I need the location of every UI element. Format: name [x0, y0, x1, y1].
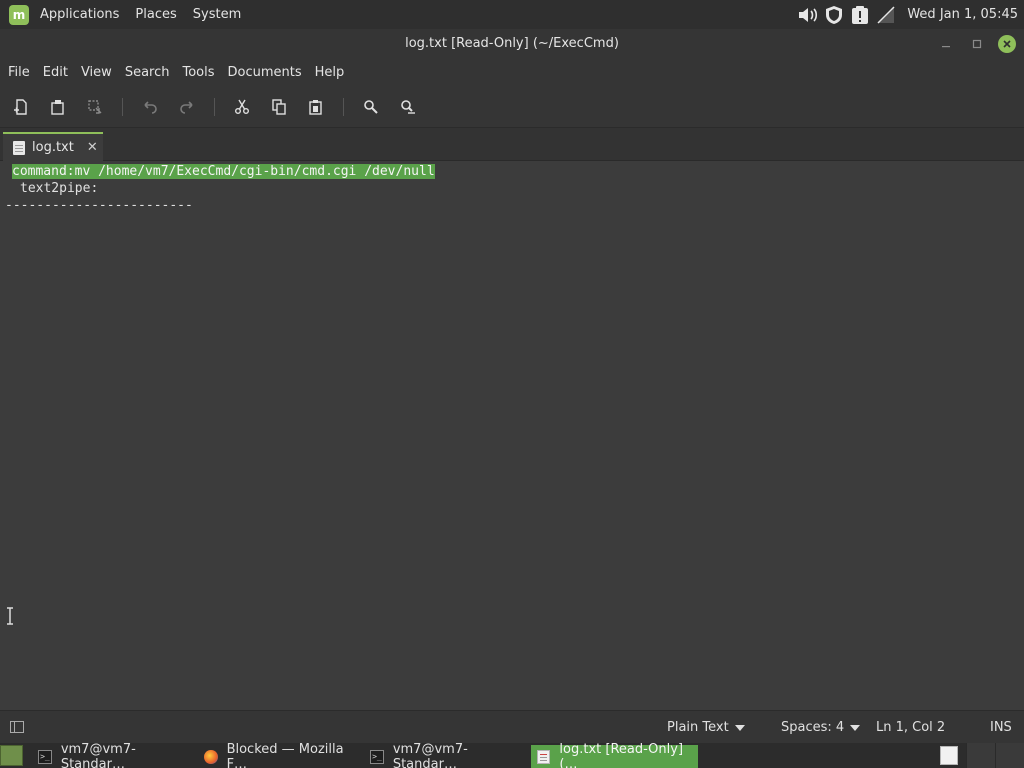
- new-document-icon: [14, 98, 27, 115]
- open-button[interactable]: [45, 94, 71, 120]
- language-label: Plain Text: [667, 720, 729, 735]
- firefox-icon: [204, 749, 218, 764]
- volume-icon[interactable]: [796, 3, 820, 27]
- paste-icon: [309, 99, 322, 115]
- window-titlebar[interactable]: log.txt [Read-Only] (~/ExecCmd): [0, 29, 1024, 58]
- minimize-button[interactable]: [935, 33, 957, 55]
- taskbar-item-terminal-2[interactable]: >_ vm7@vm7-Standar…: [364, 741, 530, 768]
- chevron-down-icon: [734, 724, 745, 731]
- editor-line[interactable]: ------------------------: [5, 197, 193, 214]
- find-replace-button[interactable]: [395, 94, 421, 120]
- toolbar-separator: [122, 97, 123, 116]
- redo-button[interactable]: [174, 94, 200, 120]
- panel-menu-system[interactable]: System: [188, 7, 246, 22]
- open-icon: [51, 99, 64, 115]
- tab-close-icon[interactable]: ✕: [87, 140, 98, 155]
- taskbar-item-terminal-1[interactable]: >_ vm7@vm7-Standar…: [32, 741, 198, 768]
- menu-tools[interactable]: Tools: [177, 65, 219, 80]
- menu-documents[interactable]: Documents: [223, 65, 307, 80]
- document-tabbar: log.txt ✕: [0, 128, 1024, 161]
- save-button[interactable]: [82, 94, 108, 120]
- system-tray: Wed Jan 1, 05:45: [795, 0, 1024, 29]
- terminal-icon: >_: [370, 749, 384, 764]
- text-document-icon: [13, 140, 25, 155]
- cursor-position-label: Ln 1, Col 2: [876, 720, 946, 735]
- copy-button[interactable]: [266, 94, 292, 120]
- panel-menu-places[interactable]: Places: [130, 7, 181, 22]
- maximize-button[interactable]: [966, 33, 988, 55]
- text-cursor-icon: [5, 607, 15, 625]
- text-editor-icon: [537, 749, 551, 764]
- cursor-position: Ln 1, Col 2: [876, 720, 945, 735]
- taskbar-item-label: vm7@vm7-Standar…: [60, 741, 136, 768]
- notes-tray-icon[interactable]: [940, 746, 958, 765]
- copy-icon: [272, 98, 286, 115]
- find-button[interactable]: [358, 94, 384, 120]
- close-button[interactable]: [998, 35, 1016, 53]
- paste-button[interactable]: [303, 94, 329, 120]
- search-icon: [364, 99, 378, 114]
- statusbar: Plain Text Spaces: 4 Ln 1, Col 2 INS: [0, 710, 1024, 743]
- window-title: log.txt [Read-Only] (~/ExecCmd): [405, 36, 619, 51]
- menubar: File Edit View Search Tools Documents He…: [0, 58, 1024, 86]
- insert-mode-label: INS: [990, 720, 1012, 735]
- indent-selector[interactable]: Spaces: 4: [781, 720, 861, 735]
- menu-search[interactable]: Search: [120, 65, 175, 80]
- show-desktop-button[interactable]: [0, 745, 23, 766]
- cut-button[interactable]: [229, 94, 255, 120]
- taskbar: >_ vm7@vm7-Standar… Blocked — Mozilla F……: [0, 741, 1024, 768]
- workspace-2[interactable]: [995, 743, 1024, 768]
- editor-line[interactable]: command:mv /home/vm7/ExecCmd/cgi-bin/cmd…: [12, 163, 435, 180]
- find-replace-icon: [401, 99, 415, 114]
- text-editor-area[interactable]: command:mv /home/vm7/ExecCmd/cgi-bin/cmd…: [0, 161, 1024, 710]
- taskbar-item-text-editor[interactable]: log.txt [Read-Only] (…: [531, 741, 698, 768]
- language-selector[interactable]: Plain Text: [667, 720, 745, 735]
- toolbar: [0, 86, 1024, 128]
- redo-icon: [180, 100, 193, 114]
- insert-mode[interactable]: INS: [990, 720, 1012, 735]
- workspace-1[interactable]: [966, 743, 995, 768]
- network-offline-icon[interactable]: [874, 3, 898, 27]
- toolbar-separator: [343, 97, 344, 116]
- undo-button[interactable]: [137, 94, 163, 120]
- taskbar-item-label: vm7@vm7-Standar…: [392, 741, 468, 768]
- editor-line[interactable]: text2pipe:: [20, 180, 98, 197]
- tab-log-txt[interactable]: log.txt ✕: [3, 132, 103, 161]
- shield-icon[interactable]: [822, 3, 846, 27]
- menu-edit[interactable]: Edit: [38, 65, 73, 80]
- update-alert-icon[interactable]: [848, 3, 872, 27]
- side-panel-toggle-icon[interactable]: [10, 721, 24, 733]
- top-panel: m Applications Places System Wed Jan 1, …: [0, 0, 1024, 29]
- tab-label: log.txt: [32, 140, 74, 155]
- taskbar-item-label: Blocked — Mozilla F…: [226, 741, 344, 768]
- menu-view[interactable]: View: [76, 65, 117, 80]
- menu-help[interactable]: Help: [310, 65, 350, 80]
- clock[interactable]: Wed Jan 1, 05:45: [907, 7, 1018, 22]
- window-controls: [926, 33, 1016, 55]
- selected-text: command:mv /home/vm7/ExecCmd/cgi-bin/cmd…: [12, 164, 435, 179]
- mint-menu-icon[interactable]: m: [9, 4, 29, 25]
- new-document-button[interactable]: [8, 94, 34, 120]
- indent-label: Spaces: 4: [781, 720, 845, 735]
- taskbar-item-firefox[interactable]: Blocked — Mozilla F…: [198, 741, 364, 768]
- save-icon: [88, 99, 102, 114]
- toolbar-separator: [214, 97, 215, 116]
- taskbar-item-label: log.txt [Read-Only] (…: [559, 741, 684, 768]
- chevron-down-icon: [850, 724, 861, 731]
- menu-file[interactable]: File: [3, 65, 35, 80]
- terminal-icon: >_: [38, 749, 52, 764]
- cut-icon: [235, 99, 249, 114]
- undo-icon: [144, 100, 157, 114]
- panel-menu-applications[interactable]: Applications: [35, 7, 124, 22]
